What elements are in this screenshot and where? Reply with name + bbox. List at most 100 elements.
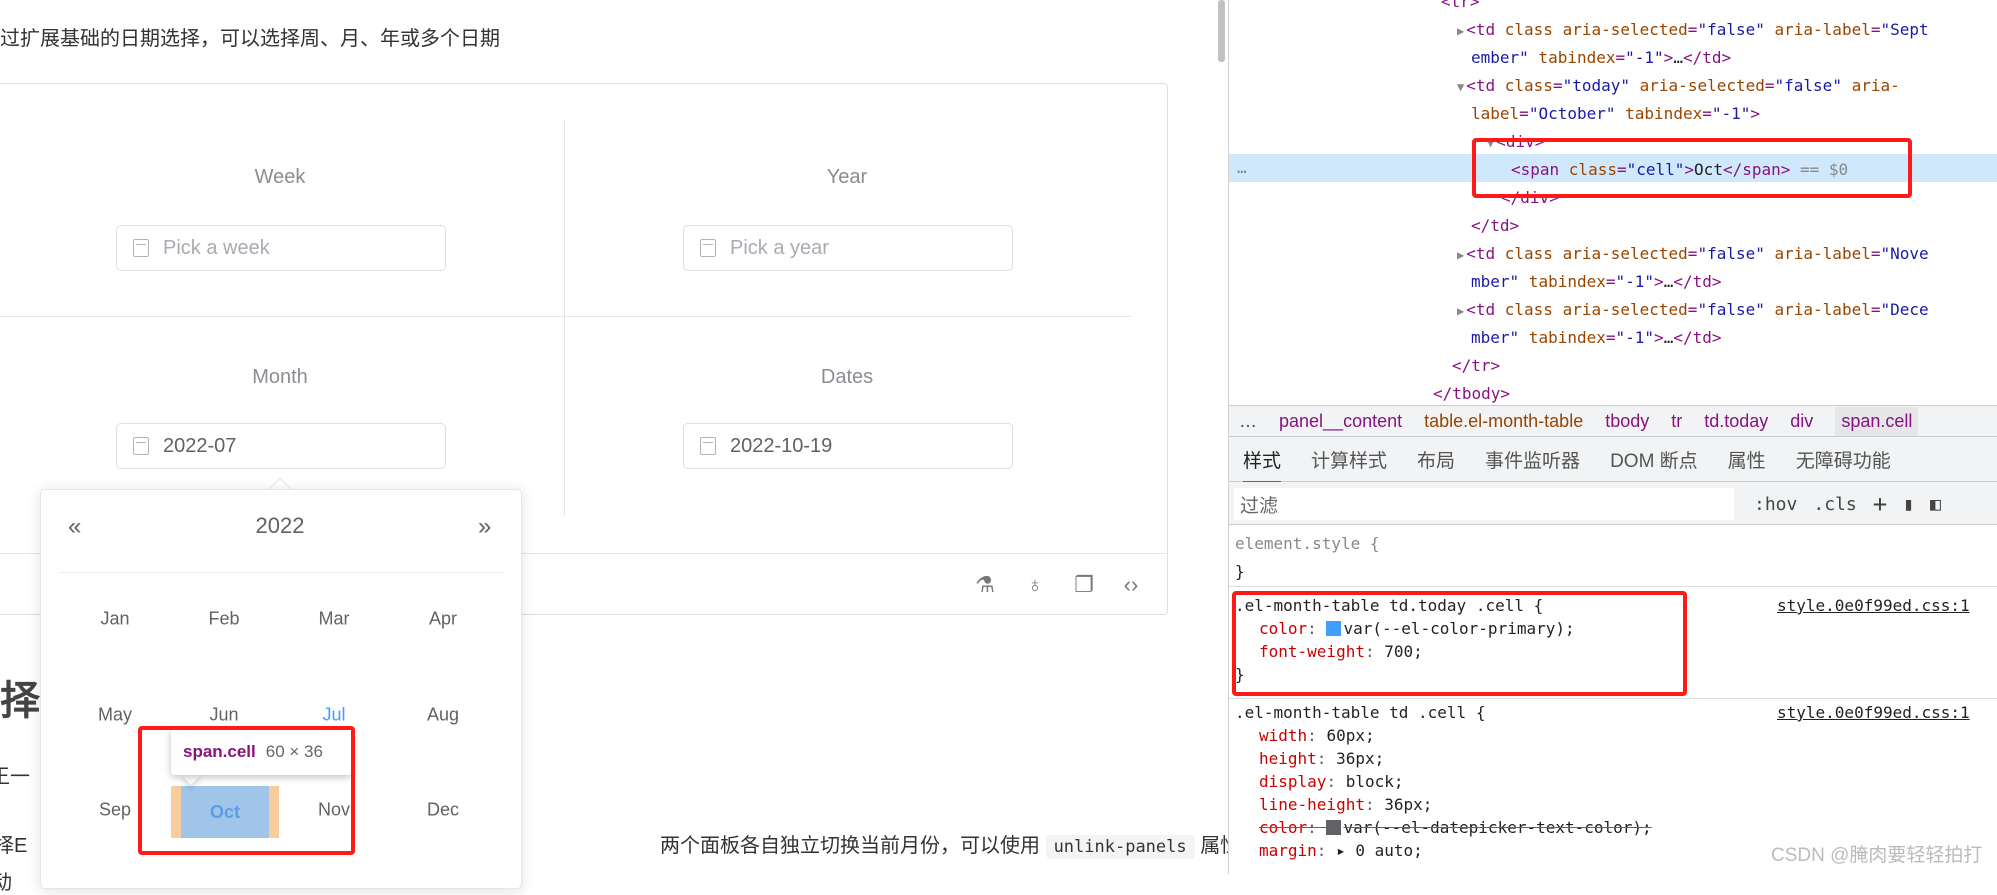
colon: : <box>1316 749 1337 768</box>
hov-button[interactable]: :hov <box>1754 494 1797 515</box>
tab-5[interactable]: 属性 <box>1728 446 1766 473</box>
dom-token: > <box>1654 272 1664 291</box>
expand-arrow-icon[interactable]: ▶ <box>1457 248 1464 262</box>
dom-token: aria-label <box>1764 20 1871 39</box>
dom-token: <td <box>1466 76 1505 95</box>
breadcrumb-item[interactable]: panel__content <box>1279 411 1402 432</box>
dom-line[interactable]: ▶ <td class aria-selected="false" aria-la… <box>1457 16 1929 45</box>
dom-token: aria- <box>1841 76 1900 95</box>
picker-year[interactable]: 2022 <box>256 513 305 539</box>
prev-year-button[interactable]: « <box>68 513 81 541</box>
css-property: width <box>1259 726 1308 745</box>
css-value: 60px; <box>1326 726 1375 745</box>
breadcrumb-item[interactable]: … <box>1239 411 1257 432</box>
dom-token: = <box>1615 48 1626 67</box>
dom-line[interactable]: ▼ <td class="today" aria-selected="false"… <box>1457 72 1900 101</box>
dom-line[interactable]: </td> <box>1471 212 1519 240</box>
dom-token: </td> <box>1673 328 1722 347</box>
month-cell-apr[interactable]: Apr <box>429 609 457 630</box>
breadcrumb-item[interactable]: table.el-month-table <box>1424 411 1583 432</box>
dom-token: class <box>1504 76 1553 95</box>
dom-token: "false" <box>1697 300 1765 319</box>
tab-3[interactable]: 事件监听器 <box>1485 446 1580 473</box>
breadcrumb-item[interactable]: td.today <box>1704 411 1768 432</box>
month-cell-jul[interactable]: Jul <box>322 705 345 726</box>
flask-icon[interactable]: ⚗ <box>972 572 998 598</box>
dom-token: <tr> <box>1441 0 1480 11</box>
expand-arrow-icon[interactable]: ▶ <box>1457 24 1464 38</box>
css-value: block; <box>1345 772 1404 791</box>
dom-token: "false" <box>1697 244 1765 263</box>
month-input[interactable]: 2022-07 <box>116 423 446 469</box>
month-cell-feb[interactable]: Feb <box>208 609 239 630</box>
dom-token: tabindex <box>1519 272 1606 291</box>
dom-token: … <box>1673 48 1683 67</box>
dom-line[interactable]: label="October" tabindex="-1"> <box>1471 100 1760 128</box>
filter-bar: 过滤 :hov .cls + ▮ ◧ <box>1229 482 1997 525</box>
cls-button[interactable]: .cls <box>1813 494 1856 515</box>
tab-2[interactable]: 布局 <box>1417 446 1455 473</box>
dom-line[interactable]: ▶ <td class aria-selected="false" aria-la… <box>1457 296 1929 325</box>
paint-brush-icon[interactable]: ▮ <box>1903 494 1914 515</box>
dates-input[interactable]: 2022-10-19 <box>683 423 1013 469</box>
dom-line[interactable]: <tr> <box>1441 0 1480 16</box>
dom-line[interactable]: </tbody> <box>1433 380 1510 408</box>
dom-line[interactable]: mber" tabindex="-1">…</td> <box>1471 268 1722 296</box>
breadcrumb-item[interactable]: div <box>1790 411 1813 432</box>
add-rule-button[interactable]: + <box>1873 490 1887 518</box>
divider <box>0 316 1131 317</box>
toggle-sidebar-icon[interactable]: ◧ <box>1930 494 1941 515</box>
css-declaration[interactable]: margin: ▸ 0 auto; <box>1259 837 1423 865</box>
month-label: Month <box>252 366 308 388</box>
month-cell-jun[interactable]: Jun <box>209 705 238 726</box>
month-cell-dec[interactable]: Dec <box>427 800 459 821</box>
dom-line[interactable]: mber" tabindex="-1">…</td> <box>1471 324 1722 352</box>
expand-arrow-icon[interactable]: ▶ <box>1457 304 1464 318</box>
tab-6[interactable]: 无障碍功能 <box>1796 446 1891 473</box>
month-cell-sep[interactable]: Sep <box>99 800 131 821</box>
month-cell-aug[interactable]: Aug <box>427 705 459 726</box>
collapse-arrow-icon[interactable]: ▼ <box>1457 80 1464 94</box>
colon: : <box>1307 818 1327 837</box>
color-swatch[interactable] <box>1326 820 1342 835</box>
dom-line[interactable]: ▶ <td class aria-selected="false" aria-la… <box>1457 240 1929 269</box>
tab-4[interactable]: DOM 断点 <box>1610 446 1698 473</box>
dom-token: "-1" <box>1615 272 1655 291</box>
breadcrumb-item[interactable]: tr <box>1671 411 1682 432</box>
page-scrollbar[interactable] <box>1218 0 1225 62</box>
tab-0[interactable]: 样式 <box>1243 446 1282 483</box>
row-ellipsis[interactable]: … <box>1237 154 1247 182</box>
month-cell-may[interactable]: May <box>98 705 132 726</box>
stylesheet-link[interactable]: style.0e0f99ed.css:1 <box>1777 592 1970 620</box>
dom-token: tabindex <box>1528 48 1616 67</box>
dom-token: ember" <box>1471 48 1529 67</box>
copy-icon[interactable]: ❐ <box>1071 572 1097 598</box>
dom-line[interactable]: ember" tabindex="-1">…</td> <box>1471 44 1731 72</box>
intro-text: 过扩展基础的日期选择，可以选择周、月、年或多个日期 <box>0 28 500 50</box>
breadcrumb-item[interactable]: tbody <box>1605 411 1649 432</box>
dom-token: label <box>1471 104 1520 123</box>
stylesheet-link[interactable]: style.0e0f99ed.css:1 <box>1777 699 1970 727</box>
month-cell-mar[interactable]: Mar <box>319 609 350 630</box>
dom-line[interactable]: </tr> <box>1452 352 1500 380</box>
css-property: display <box>1259 772 1327 791</box>
next-year-button[interactable]: » <box>478 513 491 541</box>
year-input[interactable]: Pick a year <box>683 225 1013 271</box>
body-text: 择E <box>0 835 28 857</box>
github-icon[interactable]: ♁ <box>1022 572 1048 598</box>
calendar-icon <box>700 437 716 455</box>
divider <box>1229 586 1997 587</box>
code-icon[interactable]: ‹› <box>1118 572 1144 598</box>
tab-1[interactable]: 计算样式 <box>1311 446 1387 473</box>
breadcrumb-item[interactable]: span.cell <box>1835 406 1919 436</box>
month-cell-jan[interactable]: Jan <box>100 609 129 630</box>
dates-value: 2022-10-19 <box>730 434 833 457</box>
dom-token: = <box>1519 104 1529 123</box>
filter-input[interactable]: 过滤 <box>1234 488 1734 520</box>
dom-token: class aria-selected <box>1504 244 1688 263</box>
dom-token: "-1" <box>1711 104 1751 123</box>
dom-token: mber" <box>1471 328 1520 347</box>
dates-label: Dates <box>820 366 874 388</box>
week-input[interactable]: Pick a week <box>116 225 446 271</box>
css-property: margin <box>1259 841 1317 860</box>
